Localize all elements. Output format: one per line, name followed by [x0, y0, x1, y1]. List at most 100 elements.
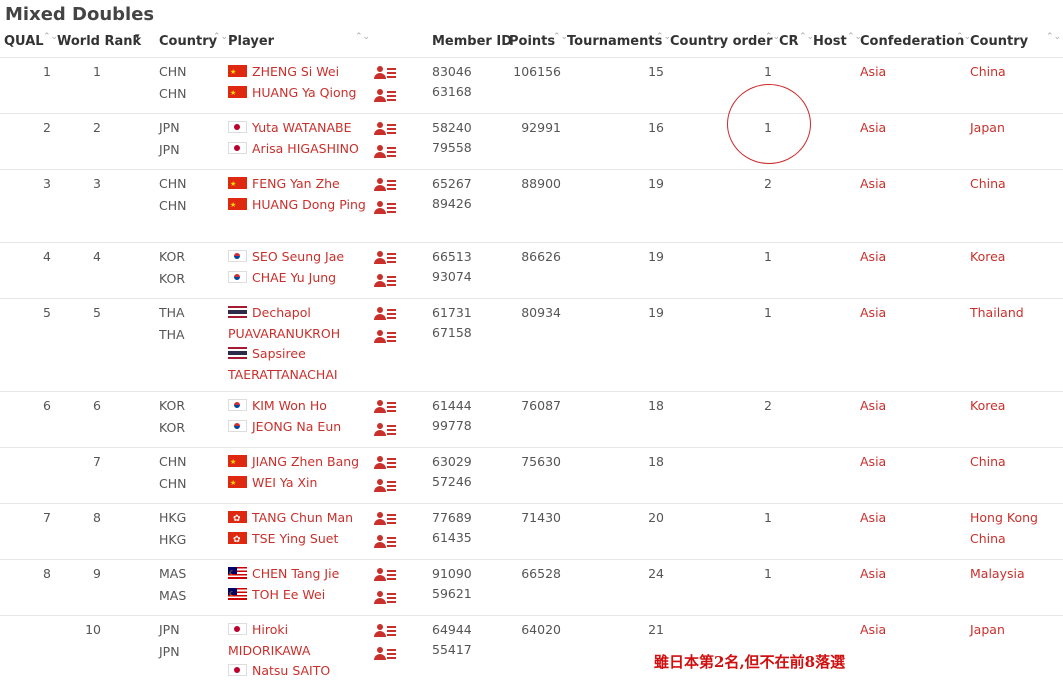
player-link[interactable]: Hiroki MIDORIKAWA	[228, 620, 368, 661]
points-cell: 86626	[521, 249, 561, 264]
flag-icon	[228, 567, 247, 579]
confederation-link: Asia	[860, 622, 887, 637]
player-link[interactable]: ZHENG Si Wei	[228, 62, 368, 83]
player-profile-icon[interactable]	[374, 274, 398, 288]
country-code-cell: JPN	[159, 644, 180, 659]
player-profile-icon[interactable]	[374, 89, 398, 103]
player-profile-icon[interactable]	[374, 624, 398, 638]
qual-cell: 7	[43, 510, 51, 525]
flag-icon	[228, 177, 247, 189]
table-row: 6 6 KOR KOR KIM Won Ho JEONG Na Eun 61444 99778…	[0, 391, 1063, 448]
player-name: TOH Ee Wei	[252, 586, 326, 602]
player-cell: Yuta WATANABE Arisa HIGASHINO	[228, 118, 368, 159]
col-player[interactable]: Player	[228, 34, 274, 49]
player-link[interactable]: JIANG Zhen Bang	[228, 452, 368, 473]
col-host[interactable]: Host	[813, 34, 847, 49]
player-profile-icon[interactable]	[374, 591, 398, 605]
member-id-cell: 93074	[432, 269, 472, 284]
sort-icon[interactable]: ⌃⌄	[213, 32, 228, 42]
player-link[interactable]: Arisa HIGASHINO	[228, 139, 368, 160]
col-tournaments[interactable]: Tournaments	[567, 34, 662, 49]
country-link: Hong Kong China	[970, 510, 1038, 546]
player-link[interactable]: HUANG Ya Qiong	[228, 83, 368, 104]
country-code-cell: CHN	[159, 454, 187, 469]
player-profile-icon[interactable]	[374, 122, 398, 136]
player-profile-icon[interactable]	[374, 456, 398, 470]
world-rank-cell: 6	[93, 398, 101, 413]
player-link[interactable]: Natsu SAITO	[228, 661, 368, 682]
country-code-cell: JPN	[159, 142, 180, 157]
confederation-link: Asia	[860, 454, 887, 469]
player-link[interactable]: SEO Seung Jae	[228, 247, 368, 268]
player-link[interactable]: JEONG Na Eun	[228, 417, 368, 438]
cr-cell: 1	[764, 566, 772, 581]
member-id-cell: 58240	[432, 120, 472, 135]
player-link[interactable]: Dechapol PUAVARANUKROH	[228, 303, 368, 344]
player-name: JEONG Na Eun	[252, 418, 342, 434]
player-link[interactable]: FENG Yan Zhe	[228, 174, 368, 195]
points-cell: 80934	[521, 305, 561, 320]
player-link[interactable]: TANG Chun Man	[228, 508, 368, 529]
col-points[interactable]: Points	[509, 34, 555, 49]
player-profile-icon[interactable]	[374, 479, 398, 493]
sort-icon[interactable]: ⌃⌄	[1046, 32, 1061, 42]
sort-icon[interactable]: ⌃⌄	[553, 32, 568, 42]
player-profile-icon[interactable]	[374, 201, 398, 215]
member-id-cell: 61731	[432, 305, 472, 320]
player-profile-icon[interactable]	[374, 535, 398, 549]
col-country-code[interactable]: Country	[159, 34, 217, 49]
player-link[interactable]: HUANG Dong Ping	[228, 195, 368, 216]
player-link[interactable]: TOH Ee Wei	[228, 585, 368, 606]
player-link[interactable]: CHEN Tang Jie	[228, 564, 368, 585]
tournaments-cell: 19	[648, 249, 664, 264]
player-link[interactable]: Yuta WATANABE	[228, 118, 368, 139]
player-link[interactable]: Sapsiree TAERATTANACHAI	[228, 344, 368, 385]
sort-icon[interactable]: ⌃⌄	[43, 32, 58, 42]
col-world-rank[interactable]: World Rank	[57, 34, 141, 49]
col-country[interactable]: Country	[970, 34, 1028, 49]
player-profile-icon[interactable]	[374, 647, 398, 661]
highlight-circle	[727, 84, 811, 164]
player-link[interactable]: CHAE Yu Jung	[228, 268, 368, 289]
flag-icon	[228, 419, 247, 432]
player-link[interactable]: TSE Ying Suet	[228, 529, 368, 550]
player-name: SEO Seung Jae	[252, 249, 345, 264]
sort-desc-icon[interactable]: ▾	[135, 32, 140, 42]
col-country-order[interactable]: Country order	[670, 34, 772, 49]
table-row: 5 5 THA THA Dechapol PUAVARANUKROH Sapsiree T…	[0, 298, 1063, 392]
player-profile-icon[interactable]	[374, 178, 398, 192]
flag-icon	[228, 623, 247, 635]
sort-icon[interactable]: ⌃⌄	[799, 32, 814, 42]
points-cell: 71430	[521, 510, 561, 525]
player-profile-icon[interactable]	[374, 66, 398, 80]
col-member-id[interactable]: Member ID	[432, 34, 512, 49]
sort-icon[interactable]: ⌃⌄	[656, 32, 671, 42]
player-profile-icon[interactable]	[374, 330, 398, 344]
col-qual[interactable]: QUAL	[4, 34, 44, 49]
player-profile-icon[interactable]	[374, 512, 398, 526]
cr-cell: 1	[764, 510, 772, 525]
player-link[interactable]: WEI Ya Xin	[228, 473, 368, 494]
country-code-cell: JPN	[159, 622, 180, 637]
flag-icon	[228, 455, 247, 467]
player-profile-icon[interactable]	[374, 423, 398, 437]
player-link[interactable]: KIM Won Ho	[228, 396, 368, 417]
col-confederation[interactable]: Confederation	[860, 34, 964, 49]
qual-cell: 8	[43, 566, 51, 581]
country-code-cell: KOR	[159, 420, 186, 435]
player-profile-icon[interactable]	[374, 251, 398, 265]
player-name: TSE Ying Suet	[252, 530, 339, 546]
player-profile-icon[interactable]	[374, 568, 398, 582]
points-cell: 66528	[521, 566, 561, 581]
player-profile-icon[interactable]	[374, 307, 398, 321]
sort-icon[interactable]: ⌃⌄	[956, 32, 971, 42]
flag-icon	[228, 511, 247, 523]
points-cell: 88900	[521, 176, 561, 191]
col-cr[interactable]: CR	[779, 34, 799, 49]
sort-icon[interactable]: ⌃⌄	[765, 32, 780, 42]
player-profile-icon[interactable]	[374, 400, 398, 414]
country-link: Korea	[970, 398, 1006, 413]
sort-icon[interactable]: ⌃⌄	[355, 32, 370, 42]
player-profile-icon[interactable]	[374, 145, 398, 159]
country-link: Korea	[970, 249, 1006, 264]
